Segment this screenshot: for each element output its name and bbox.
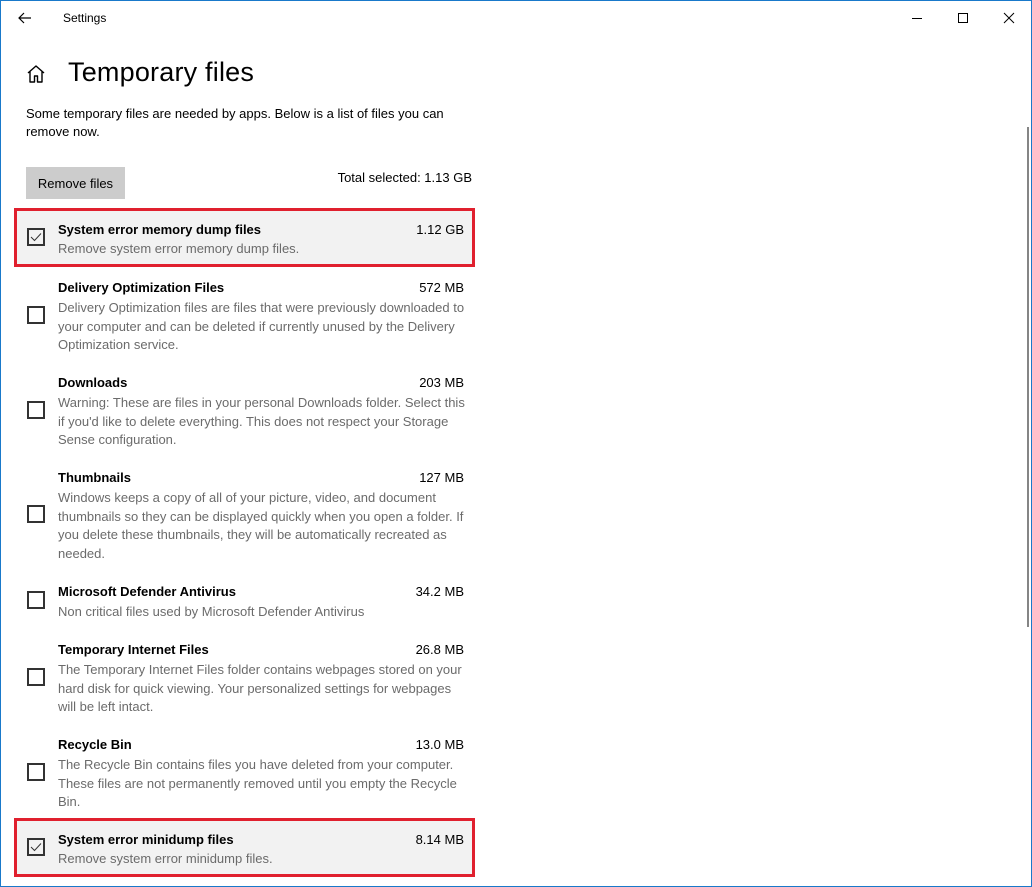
remove-files-button[interactable]: Remove files (26, 167, 125, 199)
item-name: Temporary Internet Files (58, 642, 209, 657)
item-description: Non critical files used by Microsoft Def… (58, 604, 365, 619)
item-size: 13.0 MB (415, 737, 464, 752)
item-name: Thumbnails (58, 470, 131, 485)
checkbox[interactable] (27, 838, 45, 856)
app-title: Settings (63, 11, 107, 25)
item-name: Recycle Bin (58, 737, 132, 752)
back-arrow-icon (18, 12, 31, 24)
checkmark-icon (30, 233, 42, 242)
item-description: Windows keeps a copy of all of your pict… (58, 490, 464, 561)
item-description: Remove system error memory dump files. (58, 241, 300, 256)
item-size: 572 MB (419, 280, 464, 295)
home-icon (27, 65, 45, 83)
maximize-button[interactable] (940, 1, 986, 34)
item-name: Microsoft Defender Antivirus (58, 584, 236, 599)
checkbox[interactable] (27, 401, 45, 419)
scrollbar-thumb[interactable] (1027, 127, 1029, 627)
item-size: 34.2 MB (415, 584, 464, 599)
title-bar: Settings (1, 1, 1031, 34)
item-name: System error minidump files (58, 832, 234, 847)
item-description: Delivery Optimization files are files th… (58, 300, 465, 352)
page-title: Temporary files (68, 57, 255, 87)
maximize-icon (958, 12, 968, 23)
item-size: 1.12 GB (416, 222, 464, 237)
checkbox[interactable] (27, 306, 45, 324)
checkbox[interactable] (27, 763, 45, 781)
item-name: System error memory dump files (58, 222, 262, 237)
close-button[interactable] (986, 1, 1031, 34)
settings-window: Settings Temporary files Some temporary … (0, 0, 1032, 887)
minimize-button[interactable] (894, 1, 940, 34)
file-category-item[interactable]: Temporary Internet Files 26.8 MB The Tem… (14, 642, 475, 720)
intro-text: Some temporary files are needed by apps.… (26, 106, 444, 139)
back-button[interactable] (9, 3, 41, 33)
item-size: 8.14 MB (415, 832, 464, 847)
file-category-item[interactable]: Thumbnails 127 MB Windows keeps a copy o… (14, 470, 475, 566)
item-size: 26.8 MB (415, 642, 464, 657)
file-category-item[interactable]: Recycle Bin 13.0 MB The Recycle Bin cont… (14, 737, 475, 815)
file-category-item[interactable]: Delivery Optimization Files 572 MB Deliv… (14, 280, 475, 358)
checkbox[interactable] (27, 668, 45, 686)
item-name: Delivery Optimization Files (58, 280, 225, 295)
item-description: Remove system error minidump files. (58, 851, 273, 866)
close-icon (1003, 12, 1015, 23)
item-size: 203 MB (419, 375, 464, 390)
item-description: Warning: These are files in your persona… (58, 395, 465, 447)
home-button[interactable] (25, 63, 47, 85)
item-size: 127 MB (419, 470, 464, 485)
file-category-item[interactable]: Downloads 203 MB Warning: These are file… (14, 375, 475, 453)
checkbox[interactable] (27, 591, 45, 609)
total-selected-label: Total selected: 1.13 GB (337, 170, 472, 185)
minimize-icon (912, 17, 922, 19)
file-category-item[interactable]: System error memory dump files 1.12 GB R… (14, 208, 475, 267)
item-description: The Recycle Bin contains files you have … (58, 757, 457, 809)
item-name: Downloads (58, 375, 128, 390)
checkmark-icon (30, 843, 42, 852)
checkbox[interactable] (27, 228, 45, 246)
file-category-item[interactable]: System error minidump files 8.14 MB Remo… (14, 818, 475, 877)
checkbox[interactable] (27, 505, 45, 523)
item-description: The Temporary Internet Files folder cont… (58, 662, 462, 714)
file-category-item[interactable]: Microsoft Defender Antivirus 34.2 MB Non… (14, 584, 475, 624)
